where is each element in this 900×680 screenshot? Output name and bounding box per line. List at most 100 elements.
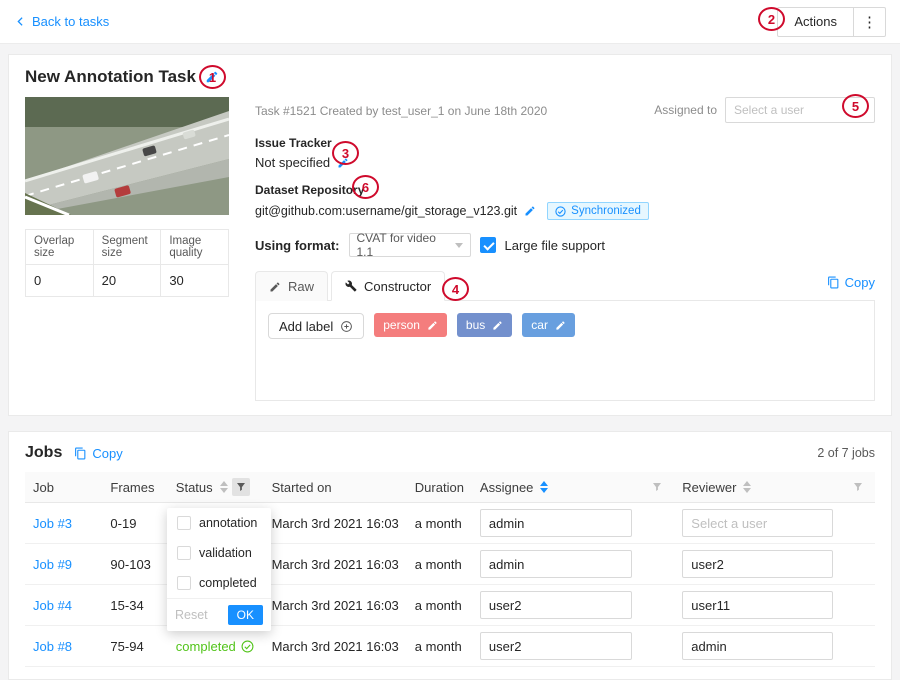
column-header-status[interactable]: Status (168, 472, 264, 503)
task-details-card: New Annotation Task (8, 54, 892, 416)
assignee-filter-icon[interactable] (648, 478, 666, 496)
duration-cell: a month (415, 516, 462, 531)
edit-label-icon[interactable] (555, 320, 566, 331)
started-cell: March 3rd 2021 16:03 (272, 516, 399, 531)
frames-cell: 75-94 (110, 639, 143, 654)
sort-icon[interactable] (540, 481, 548, 493)
reviewer-input[interactable] (682, 591, 833, 619)
started-cell: March 3rd 2021 16:03 (272, 639, 399, 654)
edit-label-icon[interactable] (492, 320, 503, 331)
jobs-copy-label: Copy (92, 446, 122, 461)
large-file-support-label: Large file support (505, 238, 605, 253)
tab-constructor[interactable]: Constructor (331, 271, 445, 301)
vertical-dots-icon: ⋮ (862, 13, 877, 31)
job-link[interactable]: Job #4 (33, 598, 72, 613)
filter-option-completed[interactable]: completed (167, 568, 271, 598)
status-filter-dropdown: annotation validation completed Reset OK (167, 508, 271, 631)
assignee-filter-header[interactable] (640, 472, 674, 503)
large-file-support-checkbox[interactable] (480, 237, 496, 253)
copy-icon (827, 276, 840, 289)
reviewer-input[interactable] (682, 509, 833, 537)
filter-option-label: annotation (199, 516, 257, 530)
param-header-quality: Image quality (161, 230, 229, 265)
reviewer-filter-icon[interactable] (849, 478, 867, 496)
sync-status-badge: Synchronized (547, 202, 649, 220)
using-format-label: Using format: (255, 238, 340, 253)
column-header-started: Started on (264, 472, 407, 503)
tab-raw-label: Raw (288, 279, 314, 294)
add-label-button[interactable]: Add label (268, 313, 364, 339)
filter-ok-button[interactable]: OK (228, 605, 263, 625)
actions-label: Actions (794, 14, 837, 29)
check-circle-icon (241, 640, 254, 653)
column-header-assignee[interactable]: Assignee (472, 472, 640, 503)
sort-icon[interactable] (220, 481, 228, 493)
checkbox[interactable] (177, 546, 191, 560)
reviewer-input[interactable] (682, 550, 833, 578)
copy-icon (74, 447, 87, 460)
chevron-down-icon (455, 243, 463, 248)
add-label-label: Add label (279, 319, 333, 334)
sync-status-label: Synchronized (571, 205, 641, 217)
labels-copy-label: Copy (845, 275, 875, 290)
label-chip-bus-name: bus (466, 318, 485, 332)
table-row: Job #8 75-94 completed March 3rd 2021 16… (25, 626, 875, 667)
label-chip-person[interactable]: person (374, 313, 447, 337)
task-meta-text: Task #1521 Created by test_user_1 on Jun… (255, 97, 547, 118)
labels-copy-button[interactable]: Copy (827, 275, 875, 296)
checkbox[interactable] (177, 516, 191, 530)
assigned-to-label: Assigned to (654, 103, 717, 117)
label-chip-car-name: car (531, 318, 548, 332)
repository-url: git@github.com:username/git_storage_v123… (255, 204, 517, 218)
job-link[interactable]: Job #9 (33, 557, 72, 572)
sync-check-icon (555, 206, 566, 217)
task-title: New Annotation Task (25, 67, 196, 87)
started-cell: March 3rd 2021 16:03 (272, 598, 399, 613)
checkbox[interactable] (177, 576, 191, 590)
frames-cell: 90-103 (110, 557, 150, 572)
assignee-input[interactable] (480, 591, 632, 619)
frames-cell: 0-19 (110, 516, 136, 531)
issue-tracker-value: Not specified (255, 155, 330, 170)
reviewer-input[interactable] (682, 632, 833, 660)
assignee-input[interactable] (480, 550, 632, 578)
task-parameters-table: Overlap size Segment size Image quality … (25, 229, 229, 297)
started-cell: March 3rd 2021 16:03 (272, 557, 399, 572)
column-header-reviewer[interactable]: Reviewer (674, 472, 841, 503)
assignee-input[interactable] (480, 509, 632, 537)
job-link[interactable]: Job #8 (33, 639, 72, 654)
frames-cell: 15-34 (110, 598, 143, 613)
duration-cell: a month (415, 639, 462, 654)
column-header-duration: Duration (407, 472, 472, 503)
filter-option-label: completed (199, 576, 257, 590)
assignee-input[interactable] (480, 632, 632, 660)
label-chip-car[interactable]: car (522, 313, 575, 337)
pencil-icon (269, 281, 281, 293)
status-cell: completed (176, 639, 254, 654)
format-select[interactable]: CVAT for video 1.1 (349, 233, 471, 257)
actions-button[interactable]: Actions (778, 8, 853, 36)
back-to-tasks-label: Back to tasks (32, 14, 109, 29)
table-row: 0 20 30 (26, 265, 229, 297)
table-row: Job #3 0-19 March 3rd 2021 16:03 a month (25, 503, 875, 544)
jobs-title: Jobs (25, 444, 62, 462)
filter-reset-button[interactable]: Reset (175, 608, 208, 622)
status-filter-icon[interactable] (232, 478, 250, 496)
filter-option-annotation[interactable]: annotation (167, 508, 271, 538)
param-value-overlap: 0 (26, 265, 94, 297)
jobs-copy-button[interactable]: Copy (74, 446, 122, 461)
tab-raw[interactable]: Raw (255, 271, 328, 301)
back-to-tasks-link[interactable]: Back to tasks (14, 14, 109, 29)
edit-label-icon[interactable] (427, 320, 438, 331)
callout-2: 2 (758, 7, 785, 31)
actions-more-button[interactable]: ⋮ (853, 8, 885, 36)
label-chip-bus[interactable]: bus (457, 313, 512, 337)
job-link[interactable]: Job #3 (33, 516, 72, 531)
filter-option-validation[interactable]: validation (167, 538, 271, 568)
actions-button-group: Actions ⋮ (777, 7, 886, 37)
format-selected-value: CVAT for video 1.1 (357, 231, 455, 259)
callout-6: 6 (352, 175, 379, 199)
edit-repository-icon[interactable] (524, 205, 536, 217)
sort-icon[interactable] (743, 481, 751, 493)
reviewer-filter-header[interactable] (841, 472, 875, 503)
